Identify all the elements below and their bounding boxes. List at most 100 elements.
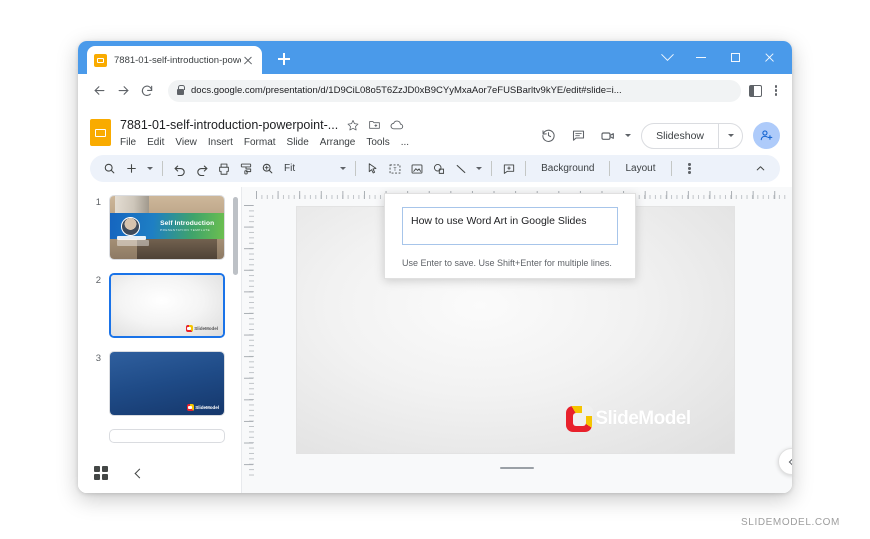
google-slides-logo[interactable] xyxy=(90,119,111,146)
move-to-folder-icon[interactable] xyxy=(368,118,381,131)
close-window-icon[interactable] xyxy=(752,41,786,74)
filmstrip-scroll-area[interactable]: 1 Self Introduction PRESENTATION TEMPLAT… xyxy=(78,187,241,453)
redo-icon[interactable] xyxy=(191,158,212,179)
address-bar[interactable]: docs.google.com/presentation/d/1D9CiL08o… xyxy=(168,79,741,102)
slidemodel-logo: SlideModel xyxy=(185,325,218,332)
background-button[interactable]: Background xyxy=(532,163,603,174)
undo-icon[interactable] xyxy=(169,158,190,179)
forward-arrow-icon[interactable] xyxy=(112,80,134,102)
list-item[interactable] xyxy=(78,429,241,443)
zoom-dropdown-icon[interactable] xyxy=(336,167,349,170)
cloud-saved-icon[interactable] xyxy=(390,118,404,132)
toolbar-divider xyxy=(491,161,493,176)
chevron-down-icon[interactable] xyxy=(650,41,684,74)
browser-tab[interactable]: 7881-01-self-introduction-powe xyxy=(87,46,262,74)
reload-icon[interactable] xyxy=(136,80,158,102)
layout-button[interactable]: Layout xyxy=(616,163,664,174)
new-slide-dropdown-icon[interactable] xyxy=(143,167,156,170)
comment-icon[interactable] xyxy=(565,123,591,149)
grid-view-icon[interactable] xyxy=(94,466,108,480)
document-meta: 7881-01-self-introduction-powerpoint-...… xyxy=(120,116,409,149)
maximize-icon[interactable] xyxy=(718,41,752,74)
slidemodel-mark-icon xyxy=(186,404,194,411)
shape-icon[interactable] xyxy=(428,158,449,179)
text-box-icon[interactable]: T xyxy=(384,158,405,179)
chevron-down-icon[interactable] xyxy=(625,134,632,137)
slideshow-dropdown[interactable] xyxy=(718,123,742,148)
list-item[interactable]: 3 SlideModel xyxy=(78,351,241,416)
list-item[interactable]: 2 SlideModel xyxy=(78,273,241,338)
footer-watermark: SLIDEMODEL.COM xyxy=(741,517,840,528)
filmstrip-scrollbar[interactable] xyxy=(233,197,238,275)
wordart-text-input[interactable] xyxy=(402,207,618,245)
chevron-left-icon[interactable] xyxy=(134,468,145,478)
slidemodel-logo-suffix: .com xyxy=(694,420,712,429)
browser-menu-icon[interactable] xyxy=(768,85,784,96)
menu-item-arrange[interactable]: Arrange xyxy=(320,137,356,148)
close-tab-icon[interactable] xyxy=(241,53,255,67)
resize-handle[interactable] xyxy=(500,466,534,469)
add-person-icon[interactable] xyxy=(753,122,780,149)
toolbar-divider xyxy=(609,161,611,176)
slide-thumbnail-3[interactable]: SlideModel xyxy=(109,351,225,416)
slidemodel-mark-icon xyxy=(566,405,594,432)
slide-number: 1 xyxy=(95,197,101,208)
wordart-hint-text: Use Enter to save. Use Shift+Enter for m… xyxy=(402,258,612,268)
menu-item-insert[interactable]: Insert xyxy=(208,137,233,148)
video-camera-icon[interactable] xyxy=(595,123,621,149)
slide-title-text: Self Introduction xyxy=(160,219,215,227)
filmstrip-footer xyxy=(78,453,241,493)
collapse-panel-button[interactable] xyxy=(778,448,792,475)
browser-tab-strip: 7881-01-self-introduction-powe xyxy=(78,41,792,74)
menu-item-edit[interactable]: Edit xyxy=(147,137,164,148)
svg-text:T: T xyxy=(393,166,397,172)
menu-item-file[interactable]: File xyxy=(120,137,136,148)
line-icon[interactable] xyxy=(450,158,471,179)
split-panel-icon[interactable] xyxy=(749,84,762,97)
page-title[interactable]: 7881-01-self-introduction-powerpoint-... xyxy=(120,118,338,132)
image-icon[interactable] xyxy=(406,158,427,179)
avatar-name-bar xyxy=(116,235,147,240)
wordart-dialog: Use Enter to save. Use Shift+Enter for m… xyxy=(384,193,636,279)
star-icon[interactable] xyxy=(347,119,359,131)
lock-icon xyxy=(177,84,185,95)
document-header: 7881-01-self-introduction-powerpoint-...… xyxy=(78,107,792,153)
zoom-level-label[interactable]: Fit xyxy=(279,163,300,174)
history-icon[interactable] xyxy=(535,123,561,149)
slidemodel-logo-text: SlideModel xyxy=(194,326,218,331)
more-options-icon[interactable] xyxy=(682,163,698,174)
menu-item-format[interactable]: Format xyxy=(244,137,276,148)
search-icon[interactable] xyxy=(99,158,120,179)
slide-thumbnail-4[interactable] xyxy=(109,429,225,443)
slide-thumbnail-2[interactable]: SlideModel xyxy=(109,273,225,338)
chevron-up-icon[interactable] xyxy=(750,158,771,179)
menu-item-view[interactable]: View xyxy=(175,137,197,148)
cursor-arrow-icon[interactable] xyxy=(362,158,383,179)
menu-item-tools[interactable]: Tools xyxy=(366,137,389,148)
minimize-icon[interactable] xyxy=(684,41,718,74)
header-actions: Slideshow xyxy=(535,122,780,149)
slide-canvas-area: SlideModel .com Use Enter to save. Use S… xyxy=(242,187,792,493)
menu-item-more[interactable]: ... xyxy=(401,137,409,148)
slideshow-button[interactable]: Slideshow xyxy=(641,122,743,149)
workspace: 1 Self Introduction PRESENTATION TEMPLAT… xyxy=(78,187,792,493)
window-controls xyxy=(650,41,786,74)
url-text: docs.google.com/presentation/d/1D9CiL08o… xyxy=(191,85,622,96)
slidemodel-logo-text: SlideModel xyxy=(195,405,219,410)
add-comment-icon[interactable] xyxy=(498,158,519,179)
new-slide-plus-icon[interactable] xyxy=(121,158,142,179)
back-arrow-icon[interactable] xyxy=(88,80,110,102)
paint-format-icon[interactable] xyxy=(235,158,256,179)
new-tab-icon[interactable] xyxy=(274,49,294,69)
zoom-icon[interactable] xyxy=(257,158,278,179)
line-dropdown-icon[interactable] xyxy=(472,167,485,170)
slide-number: 2 xyxy=(95,275,101,286)
print-icon[interactable] xyxy=(213,158,234,179)
list-item[interactable]: 1 Self Introduction PRESENTATION TEMPLAT… xyxy=(78,195,241,260)
slide-thumbnail-1[interactable]: Self Introduction PRESENTATION TEMPLATE xyxy=(109,195,225,260)
slide-filmstrip: 1 Self Introduction PRESENTATION TEMPLAT… xyxy=(78,187,242,493)
menu-item-slide[interactable]: Slide xyxy=(287,137,309,148)
browser-toolbar: docs.google.com/presentation/d/1D9CiL08o… xyxy=(78,74,792,107)
slidemodel-logo-text: SlideModel xyxy=(595,408,691,429)
toolbar-divider xyxy=(355,161,357,176)
